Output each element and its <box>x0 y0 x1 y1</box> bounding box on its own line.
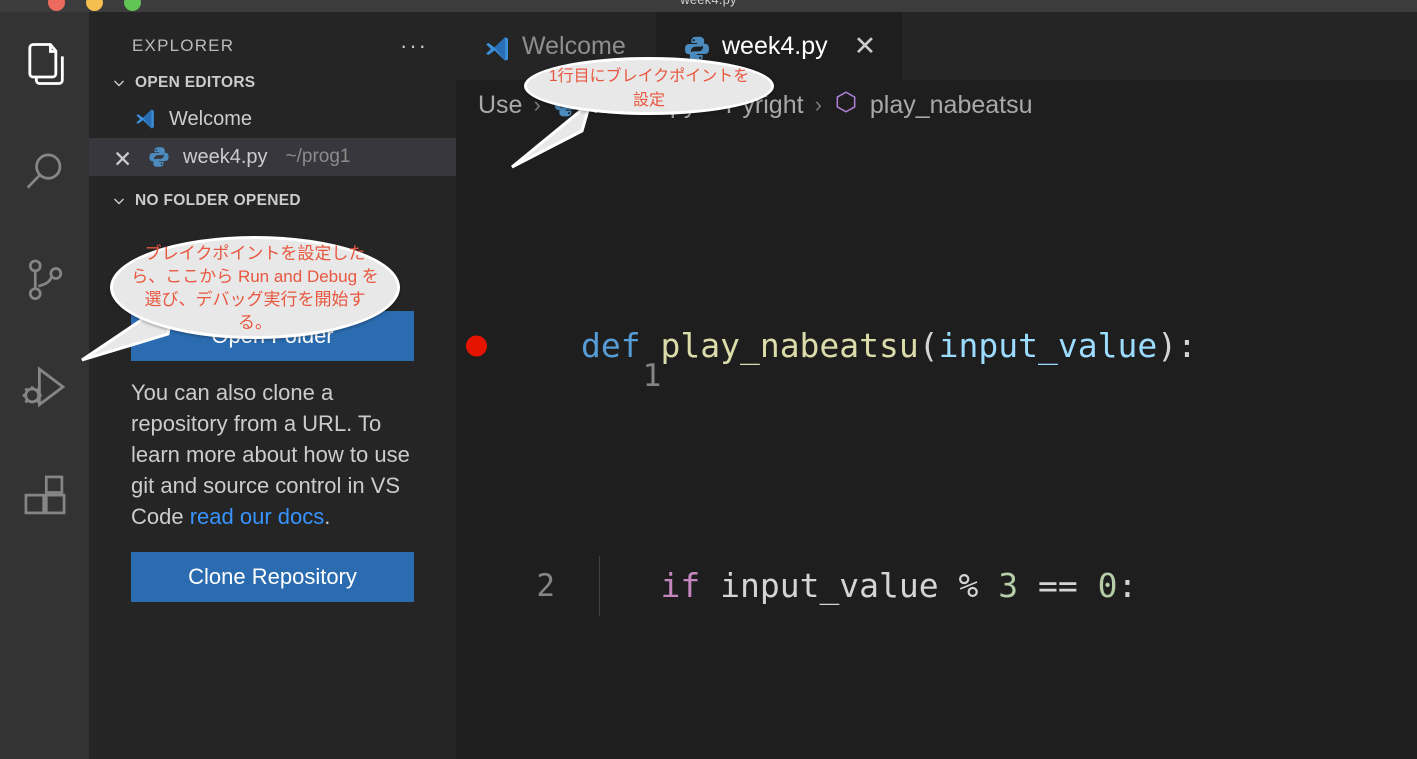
section-no-folder-header[interactable]: NO FOLDER OPENED <box>89 184 456 218</box>
sidebar: EXPLORER ··· OPEN EDITORS Welcome ✕ week… <box>89 12 456 759</box>
sidebar-title: EXPLORER <box>132 36 235 55</box>
line-number: 2 <box>536 568 555 604</box>
token-expression: input_value <box>700 566 959 605</box>
token-close: ): <box>1157 326 1197 365</box>
close-icon[interactable]: ✕ <box>854 31 877 62</box>
annotation-text: 1行目にブレイクポイントを設定 <box>548 68 750 109</box>
open-editor-label: week4.py <box>183 145 268 168</box>
breadcrumb-item-symbol[interactable]: play_nabeatsu <box>870 91 1033 120</box>
open-editor-row-week4py[interactable]: ✕ week4.py ~/prog1 <box>89 138 456 176</box>
activitybar-item-source-control[interactable] <box>15 250 75 310</box>
vscode-icon <box>482 34 508 61</box>
files-icon <box>19 38 71 90</box>
sidebar-header: EXPLORER ··· <box>89 12 456 66</box>
python-icon <box>682 34 709 62</box>
code-editor[interactable]: 1 def play_nabeatsu(input_value): 2 if i… <box>456 130 1417 759</box>
python-icon <box>147 145 171 169</box>
annotation-bubble-run-and-debug: ブレイクポイントを設定したら、ここから Run and Debug を選び、デバ… <box>110 236 400 339</box>
activity-bar <box>0 12 89 759</box>
activitybar-item-run-and-debug[interactable] <box>15 358 75 418</box>
title-bar: week4.py <box>0 0 1417 12</box>
activitybar-item-search[interactable] <box>15 142 75 202</box>
code-line-text-2: if input_value % 3 == 0: <box>581 556 1137 616</box>
chevron-down-icon <box>111 193 127 209</box>
vscode-icon <box>133 107 157 131</box>
sidebar-more-actions-icon[interactable]: ··· <box>400 35 428 57</box>
code-line-2[interactable]: 2 if input_value % 3 == 0: <box>456 556 1417 616</box>
token-number-3: 3 <box>998 566 1019 605</box>
token-keyword-def: def <box>581 326 641 365</box>
run-and-debug-icon <box>18 361 72 415</box>
source-control-icon <box>19 254 71 306</box>
code-line-1[interactable]: 1 def play_nabeatsu(input_value): <box>456 316 1417 394</box>
token-keyword-if: if <box>660 566 701 605</box>
window-title: week4.py <box>0 0 1417 7</box>
clone-description: You can also clone a repository from a U… <box>131 377 414 532</box>
symbol-method-icon <box>833 89 859 122</box>
section-open-editors-label: OPEN EDITORS <box>135 74 256 91</box>
token-number-0: 0 <box>1097 566 1118 605</box>
breadcrumb-separator: › <box>814 92 822 117</box>
search-icon <box>19 146 71 198</box>
section-open-editors-header[interactable]: OPEN EDITORS <box>89 66 456 100</box>
token-function-name: play_nabeatsu <box>660 326 919 365</box>
breakpoint-icon[interactable] <box>466 335 487 357</box>
vscode-window: week4.py <box>0 0 1417 759</box>
token-parameter: input_value <box>938 326 1158 365</box>
tab-label: week4.py <box>722 31 828 60</box>
close-icon[interactable]: ✕ <box>113 146 135 172</box>
token-operator-eq: == <box>1018 566 1098 605</box>
token-operator-modulo: % <box>958 566 999 605</box>
activitybar-item-explorer[interactable] <box>15 34 75 94</box>
extensions-icon <box>19 470 71 522</box>
read-our-docs-link[interactable]: read our docs <box>190 504 325 529</box>
code-line-text-1: def play_nabeatsu(input_value): <box>581 316 1197 376</box>
token-paren: ( <box>918 326 939 365</box>
line-gutter-2[interactable]: 2 <box>456 556 581 616</box>
clone-repository-button[interactable]: Clone Repository <box>131 552 414 602</box>
indent-guide <box>599 556 600 616</box>
open-editor-path: ~/prog1 <box>285 146 351 167</box>
section-no-folder-label: NO FOLDER OPENED <box>135 192 301 209</box>
annotation-text: ブレイクポイントを設定したら、ここから Run and Debug を選び、デバ… <box>131 243 379 332</box>
annotation-bubble-breakpoint: 1行目にブレイクポイントを設定 <box>524 57 774 115</box>
tab-label: Welcome <box>522 31 626 60</box>
activitybar-item-extensions[interactable] <box>15 466 75 526</box>
open-editor-row-welcome[interactable]: Welcome <box>89 100 456 138</box>
chevron-down-icon <box>111 75 127 91</box>
token-colon: : <box>1117 566 1138 605</box>
open-editor-label: Welcome <box>169 107 252 130</box>
line-gutter-1[interactable]: 1 <box>456 226 661 466</box>
clone-description-part2: . <box>324 504 331 529</box>
